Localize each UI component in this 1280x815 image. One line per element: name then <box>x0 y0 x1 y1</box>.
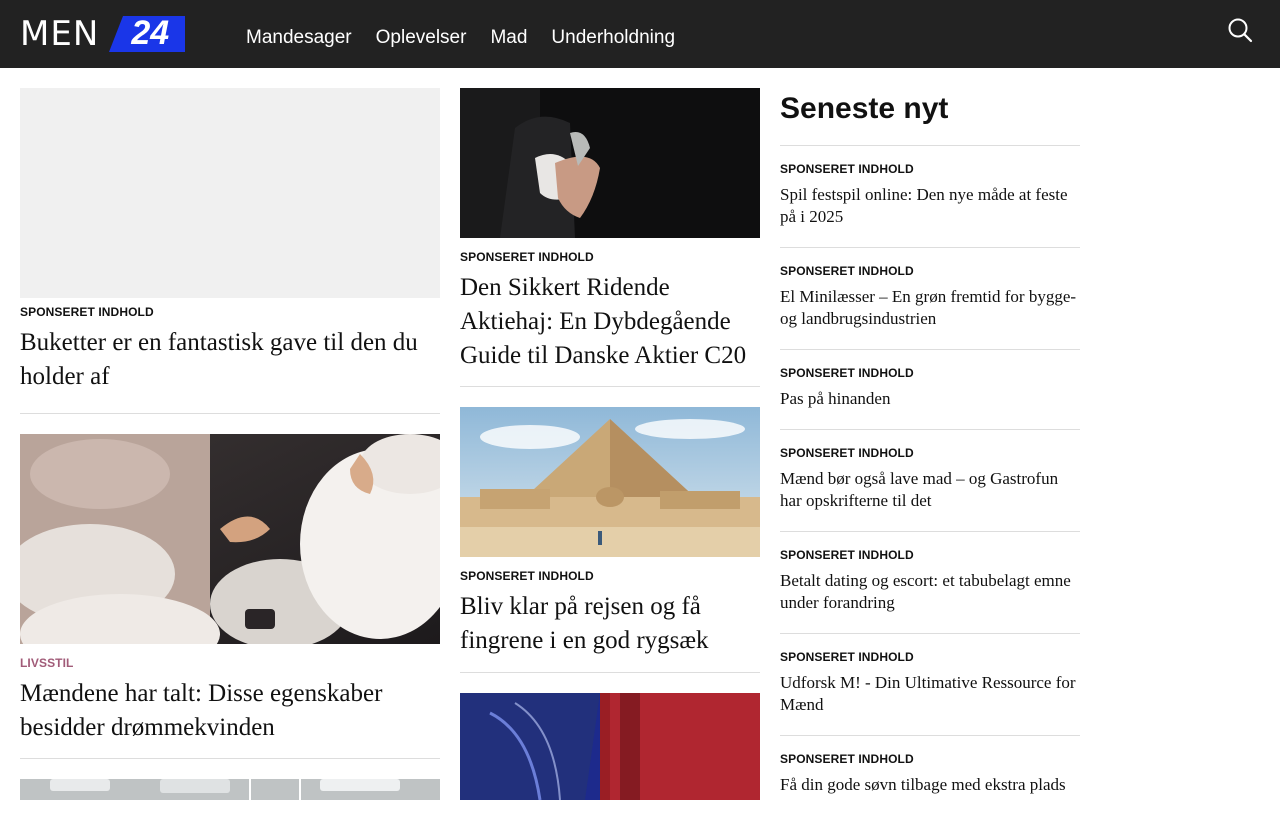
latest-news-item[interactable]: SPONSERET INDHOLD Få din gode søvn tilba… <box>780 735 1080 815</box>
logo-badge: 24 <box>109 14 186 52</box>
latest-news-category[interactable]: SPONSERET INDHOLD <box>780 752 1080 766</box>
divider <box>20 758 440 759</box>
article-category[interactable]: SPONSERET INDHOLD <box>460 569 760 583</box>
latest-news-category[interactable]: SPONSERET INDHOLD <box>780 446 1080 460</box>
latest-news-item[interactable]: SPONSERET INDHOLD Mænd bør også lave mad… <box>780 429 1080 531</box>
logo-number: 24 <box>131 14 170 52</box>
article-image-pyramid[interactable] <box>460 407 760 557</box>
article-title[interactable]: Buketter er en fantastisk gave til den d… <box>20 326 440 394</box>
article-category[interactable]: SPONSERET INDHOLD <box>460 250 760 264</box>
article-image-couple[interactable] <box>5 434 460 674</box>
latest-news-category[interactable]: SPONSERET INDHOLD <box>780 548 1080 562</box>
article-image-parking[interactable] <box>20 779 440 800</box>
latest-news-title[interactable]: El Minilæsser – En grøn fremtid for bygg… <box>780 286 1080 330</box>
latest-news-item[interactable]: SPONSERET INDHOLD Udforsk M! - Din Ultim… <box>780 633 1080 735</box>
divider <box>460 386 760 387</box>
latest-news-item[interactable]: SPONSERET INDHOLD Betalt dating og escor… <box>780 531 1080 633</box>
article-card[interactable]: SPONSERET INDHOLD Buketter er en fantast… <box>20 88 440 394</box>
article-card[interactable]: SPONSERET INDHOLD Den Sikkert Ridende Ak… <box>460 88 760 373</box>
article-title[interactable]: Mændene har talt: Disse egenskaber besid… <box>20 677 440 745</box>
sidebar-heading: Seneste nyt <box>780 92 949 125</box>
article-card[interactable]: LIVSSTIL Mændene har talt: Disse egenska… <box>5 434 460 745</box>
article-image-handshake[interactable] <box>460 88 760 238</box>
latest-news-title[interactable]: Betalt dating og escort: et tabubelagt e… <box>780 570 1080 614</box>
article-title[interactable]: Den Sikkert Ridende Aktiehaj: En Dybdegå… <box>460 271 760 373</box>
latest-news-item[interactable]: SPONSERET INDHOLD Spil festspil online: … <box>780 145 1080 247</box>
site-logo[interactable]: MEN 24 <box>20 14 186 54</box>
search-icon[interactable] <box>1226 16 1254 44</box>
article-category[interactable]: LIVSSTIL <box>20 656 440 670</box>
latest-news-title[interactable]: Få din gode søvn tilbage med ekstra plad… <box>780 774 1080 796</box>
latest-news-sidebar: Seneste nyt SPONSERET INDHOLD Spil fests… <box>780 88 1080 815</box>
latest-news-title[interactable]: Pas på hinanden <box>780 388 1080 410</box>
site-header: MEN 24 Mandesager Oplevelser Mad Underho… <box>0 0 1280 68</box>
divider <box>460 672 760 673</box>
latest-news-title[interactable]: Udforsk M! - Din Ultimative Ressource fo… <box>780 672 1080 716</box>
nav-item-mandesager[interactable]: Mandesager <box>246 27 352 49</box>
latest-news-item[interactable]: SPONSERET INDHOLD El Minilæsser – En grø… <box>780 247 1080 349</box>
main-nav: Mandesager Oplevelser Mad Underholdning <box>246 27 675 49</box>
nav-item-mad[interactable]: Mad <box>490 27 527 49</box>
latest-news-title[interactable]: Mænd bør også lave mad – og Gastrofun ha… <box>780 468 1080 512</box>
latest-news-category[interactable]: SPONSERET INDHOLD <box>780 264 1080 278</box>
latest-news-category[interactable]: SPONSERET INDHOLD <box>780 162 1080 176</box>
divider <box>20 413 440 414</box>
logo-text: MEN <box>20 14 100 54</box>
latest-news-category[interactable]: SPONSERET INDHOLD <box>780 650 1080 664</box>
latest-news-item[interactable]: SPONSERET INDHOLD Pas på hinanden <box>780 349 1080 429</box>
article-category[interactable]: SPONSERET INDHOLD <box>20 305 440 319</box>
article-card[interactable]: SPONSERET INDHOLD Bliv klar på rejsen og… <box>460 407 760 658</box>
article-image-placeholder[interactable] <box>20 88 440 298</box>
latest-news-title[interactable]: Spil festspil online: Den nye måde at fe… <box>780 184 1080 228</box>
nav-item-underholdning[interactable]: Underholdning <box>551 27 675 49</box>
latest-news-category[interactable]: SPONSERET INDHOLD <box>780 366 1080 380</box>
article-title[interactable]: Bliv klar på rejsen og få fingrene i en … <box>460 590 760 658</box>
article-image-car[interactable] <box>460 693 760 800</box>
nav-item-oplevelser[interactable]: Oplevelser <box>376 27 467 49</box>
